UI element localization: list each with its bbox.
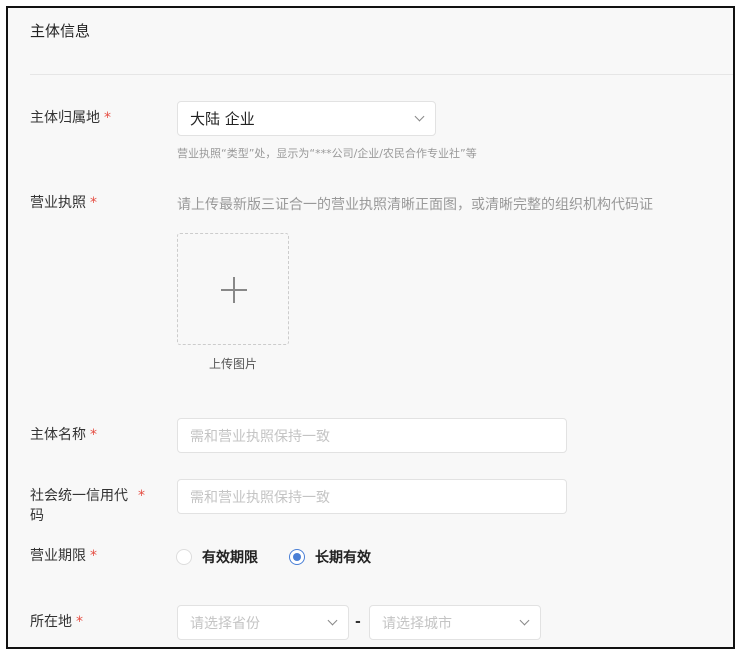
divider [30, 74, 733, 75]
entity-name-placeholder: 需和营业执照保持一致 [190, 428, 330, 445]
upload-label: 上传图片 [208, 357, 257, 371]
radio-unchecked-icon [176, 549, 192, 565]
region-label: 主体归属地 * [30, 110, 111, 126]
region-value: 大陆 企业 [190, 110, 255, 128]
upload-image-button[interactable] [177, 233, 289, 345]
term-option-label: 长期有效 [315, 550, 371, 566]
region-hint: 营业执照“类型”处，显示为“***公司/企业/农民合作专业社”等 [177, 147, 477, 160]
location-separator: - [355, 614, 361, 630]
credit-code-placeholder: 需和营业执照保持一致 [190, 489, 330, 506]
radio-checked-icon [289, 549, 305, 565]
province-select[interactable]: 请选择省份 [177, 605, 349, 640]
term-label: 营业期限 * [30, 548, 97, 564]
credit-code-input[interactable]: 需和营业执照保持一致 [177, 479, 567, 514]
term-option-label: 有效期限 [202, 550, 258, 566]
city-placeholder: 请选择城市 [382, 615, 452, 632]
license-hint: 请上传最新版三证合一的营业执照清晰正面图，或清晰完整的组织机构代码证 [177, 197, 653, 213]
region-select[interactable]: 大陆 企业 [177, 101, 436, 136]
chevron-down-icon [414, 111, 425, 122]
term-option-permanent[interactable]: 长期有效 [289, 547, 371, 567]
entity-name-label: 主体名称 * [30, 427, 97, 443]
chevron-down-icon [327, 615, 338, 626]
city-select[interactable]: 请选择城市 [369, 605, 541, 640]
form-panel: 主体信息 主体归属地 * 大陆 企业 营业执照“类型”处，显示为“***公司/企业… [6, 6, 735, 649]
license-label: 营业执照 * [30, 195, 97, 211]
credit-code-label: 社会统一信用代 * 码 [30, 488, 145, 524]
province-placeholder: 请选择省份 [190, 615, 260, 632]
location-label: 所在地 * [30, 614, 83, 630]
term-option-limited[interactable]: 有效期限 [176, 547, 258, 567]
plus-icon-v [233, 277, 235, 303]
section-title: 主体信息 [30, 22, 91, 40]
chevron-down-icon [519, 615, 530, 626]
entity-name-input[interactable]: 需和营业执照保持一致 [177, 418, 567, 453]
